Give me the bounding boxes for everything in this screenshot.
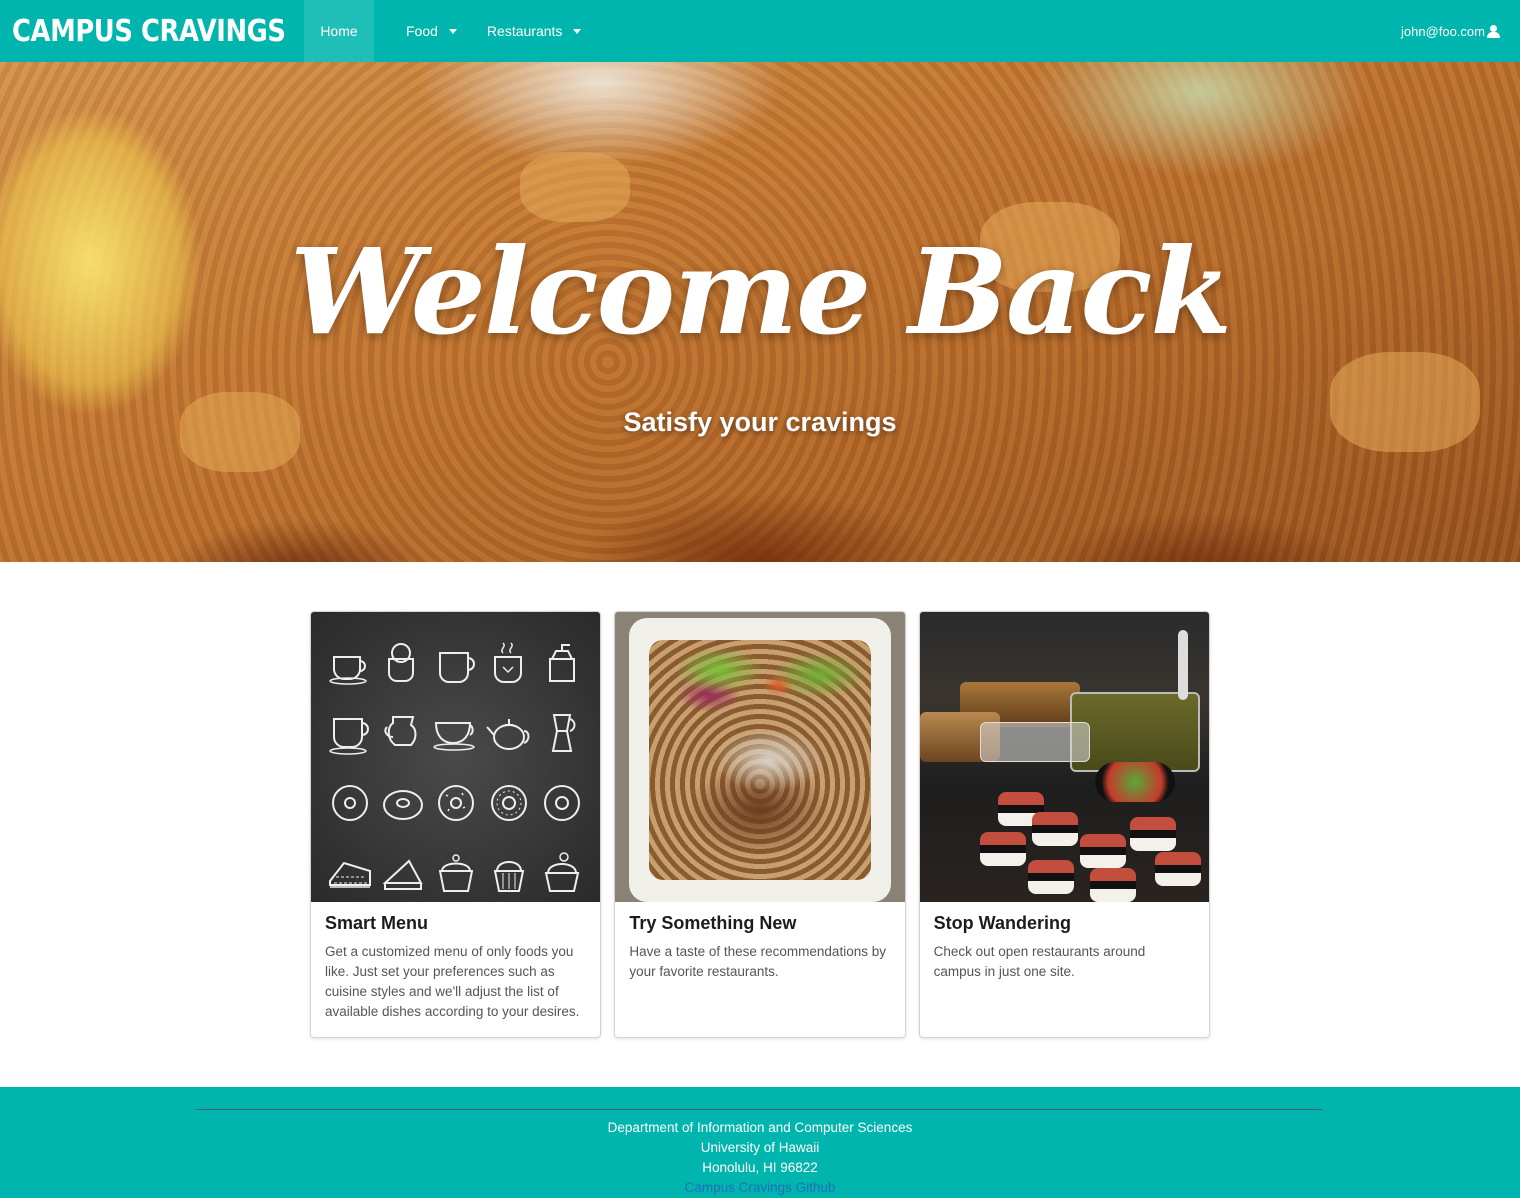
nav-food-label: Food [406,23,438,39]
musubi-item [1089,868,1136,902]
hero-texture [520,152,630,222]
card-title: Smart Menu [325,913,429,933]
mug-sketch-icon [429,634,482,692]
hero-title: Welcome Back [289,222,1232,361]
donut-sketch-icon [323,774,376,832]
cup-sketch-icon [323,704,376,762]
cupcake-sketch-icon [483,844,536,902]
card-body: Smart Menu Get a customized menu of only… [311,902,600,1033]
salad-bowl [1094,762,1175,802]
musubi-item [1031,812,1078,846]
footer-address: Department of Information and Computer S… [0,1118,1520,1198]
hero-subtitle: Satisfy your cravings [623,407,897,437]
buffet-counter-image [919,612,1209,902]
brand-logo[interactable]: CAMPUS CRAVINGS [0,0,286,62]
card-body: Stop Wandering Check out open restaurant… [920,902,1209,993]
card-try-something-new[interactable]: Try Something New Have a taste of these … [614,611,906,1038]
feature-cards: Smart Menu Get a customized menu of only… [310,611,1210,1038]
footer-department: Department of Information and Computer S… [607,1120,913,1135]
cherry-cupcake-sketch-icon [536,844,589,902]
donut-sketch-icon [483,774,536,832]
moka-pot-sketch-icon [536,704,589,762]
hero-banner: Welcome Back Satisfy your cravings [0,62,1520,562]
musubi-item [1129,817,1176,851]
card-stop-wandering[interactable]: Stop Wandering Check out open restaurant… [918,611,1210,1038]
nav-restaurants-label: Restaurants [486,23,563,39]
footer-university: University of Hawaii [700,1140,820,1155]
card-description: Check out open restaurants around campus… [933,944,1146,979]
nav-home[interactable]: Home [304,0,374,62]
musubi-item [1154,852,1201,886]
card-body: Try Something New Have a taste of these … [615,902,904,993]
donut-sketch-icon [536,774,589,832]
nav-restaurants-dropdown[interactable]: Restaurants [486,0,582,62]
pie-slice-sketch-icon [376,844,429,902]
card-title: Try Something New [629,913,797,933]
cupcake-sketch-icon [429,844,482,902]
caret-down-icon [448,29,457,34]
creamer-sketch-icon [376,704,429,762]
donut-sketch-icon [429,774,482,832]
user-menu[interactable]: john@foo.com [1401,0,1500,62]
top-navbar: CAMPUS CRAVINGS Home Food Restaurants jo… [0,0,1520,62]
gyro-salad-food [649,640,872,880]
condiment-bottle [1177,630,1188,700]
gyro-plate-image [615,612,905,902]
page-footer: Department of Information and Computer S… [0,1087,1520,1198]
teapot-sketch-icon [483,704,536,762]
card-title: Stop Wandering [933,913,1071,933]
caret-down-icon [573,29,582,34]
user-email: john@foo.com [1400,23,1485,39]
musubi-item [1079,834,1126,868]
card-description: Get a customized menu of only foods you … [325,944,580,1019]
donut-sketch-icon [376,774,429,832]
grinder-sketch-icon [536,634,589,692]
food-container [979,722,1090,762]
musubi-item [1027,860,1074,894]
card-description: Have a taste of these recommendations by… [629,944,886,979]
footer-divider [196,1109,1322,1110]
github-link[interactable]: Campus Cravings Github [685,1180,836,1195]
nav-food-dropdown[interactable]: Food [406,0,457,62]
footer-city: Honolulu, HI 96822 [702,1160,818,1175]
mug-sketch-icon [376,634,429,692]
musubi-item [979,832,1026,866]
cup-sketch-icon [323,634,376,692]
card-smart-menu[interactable]: Smart Menu Get a customized menu of only… [310,611,602,1038]
chalkboard-food-image [311,612,601,902]
steaming-cup-sketch-icon [483,634,536,692]
nav-home-label: Home [320,23,358,39]
user-icon [1487,24,1500,38]
cake-slice-sketch-icon [323,844,376,902]
teacup-sketch-icon [429,704,482,762]
